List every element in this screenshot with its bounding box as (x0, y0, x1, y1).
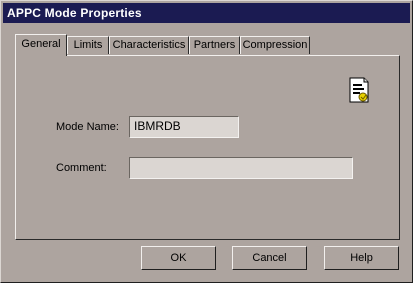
mode-name-label: Mode Name: (56, 121, 119, 133)
window-title: APPC Mode Properties (7, 6, 142, 20)
help-button[interactable]: Help (324, 246, 399, 270)
cancel-button[interactable]: Cancel (232, 246, 307, 270)
tab-partners-label: Partners (193, 39, 236, 51)
tab-limits[interactable]: Limits (67, 36, 109, 54)
title-bar[interactable]: APPC Mode Properties (3, 3, 410, 23)
tab-partners[interactable]: Partners (189, 36, 240, 54)
tab-compression-label: Compression (242, 39, 308, 51)
tab-general[interactable]: General (15, 34, 67, 56)
comment-label: Comment: (56, 162, 107, 174)
tab-compression[interactable]: Compression (240, 36, 310, 54)
properties-document-icon (349, 77, 369, 103)
general-tab-panel: Mode Name: IBMRDB Comment: (15, 55, 400, 240)
tab-characteristics[interactable]: Characteristics (109, 36, 189, 54)
tab-general-label: General (21, 38, 61, 50)
ok-button[interactable]: OK (141, 246, 216, 270)
dialog-window: APPC Mode Properties General Limits Char… (0, 0, 413, 283)
comment-field[interactable] (129, 157, 353, 179)
mode-name-field[interactable]: IBMRDB (129, 116, 239, 138)
tab-characteristics-label: Characteristics (112, 39, 186, 51)
tab-limits-label: Limits (73, 39, 103, 51)
